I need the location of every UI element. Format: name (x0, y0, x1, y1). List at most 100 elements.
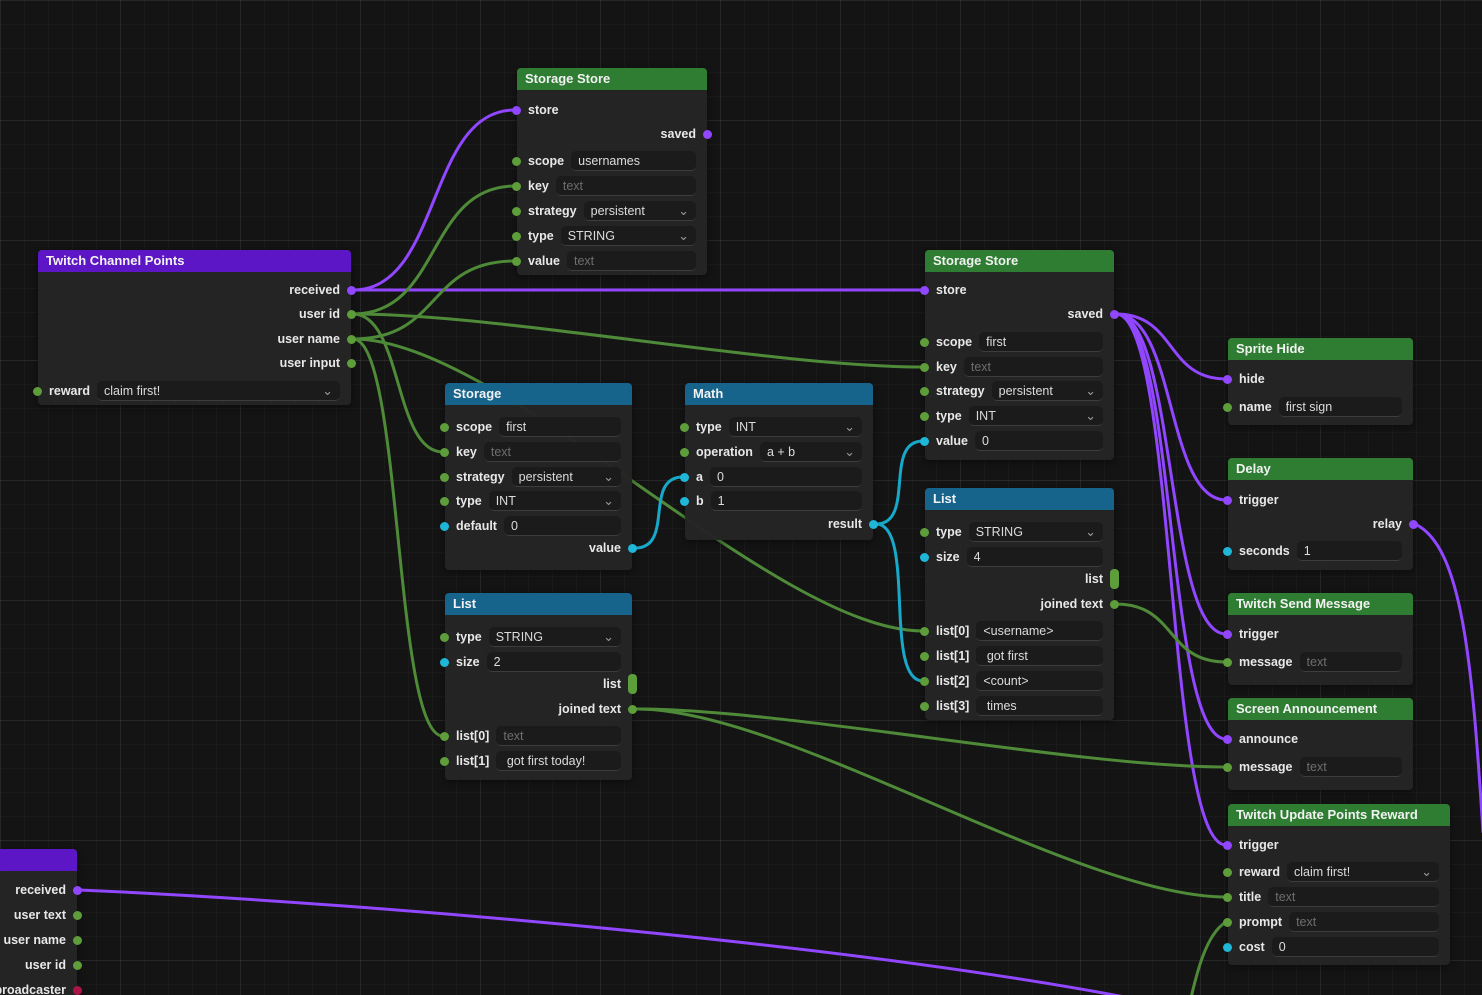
node-header-twitch-partial-bottom-left[interactable] (0, 849, 77, 871)
port-joined-text-green[interactable] (628, 705, 637, 714)
node-header-screen-announcement[interactable]: Screen Announcement (1228, 698, 1413, 720)
port-prompt-green[interactable] (1223, 918, 1232, 927)
port-user-name-green[interactable] (73, 936, 82, 945)
strategy-dropdown[interactable]: persistent ⌄ (511, 467, 621, 487)
port-trigger-purple[interactable] (1223, 496, 1232, 505)
list-1-input[interactable]: got first (976, 646, 1103, 666)
scope-input[interactable]: first (499, 417, 621, 437)
port-title-green[interactable] (1223, 893, 1232, 902)
port-received-purple[interactable] (347, 286, 356, 295)
port-operation-green[interactable] (680, 448, 689, 457)
port-key-green[interactable] (512, 182, 521, 191)
type-dropdown[interactable]: INT ⌄ (728, 417, 862, 437)
port-user-text-green[interactable] (73, 911, 82, 920)
port-type-green[interactable] (512, 232, 521, 241)
strategy-dropdown[interactable]: persistent ⌄ (991, 381, 1103, 401)
port-trigger-purple[interactable] (1223, 630, 1232, 639)
port-received-purple[interactable] (73, 886, 82, 895)
list-2-input[interactable]: <count> (976, 671, 1103, 691)
prompt-input[interactable]: text (1289, 912, 1439, 932)
list-1-input[interactable]: got first today! (496, 751, 621, 771)
port-joined-text-green[interactable] (1110, 600, 1119, 609)
port-key-green[interactable] (440, 448, 449, 457)
port-relay-purple[interactable] (1409, 520, 1418, 529)
scope-input[interactable]: usernames (571, 151, 696, 171)
port-list-green[interactable] (628, 674, 637, 694)
port-user-id-green[interactable] (347, 310, 356, 319)
node-header-list-left[interactable]: List (445, 593, 632, 615)
type-dropdown[interactable]: STRING ⌄ (488, 627, 621, 647)
port-type-green[interactable] (440, 633, 449, 642)
port-list-1-green[interactable] (440, 757, 449, 766)
node-graph-canvas[interactable]: Storage Store store saved scope usernames key… (0, 0, 1482, 995)
name-input[interactable]: first sign (1278, 397, 1402, 417)
port-user-id-green[interactable] (73, 961, 82, 970)
port-scope-green[interactable] (512, 157, 521, 166)
port-user-name-green[interactable] (347, 335, 356, 344)
port-strategy-green[interactable] (440, 473, 449, 482)
key-input[interactable]: text (555, 176, 696, 196)
port-list-3-green[interactable] (920, 702, 929, 711)
port-reward-green[interactable] (33, 387, 42, 396)
port-type-green[interactable] (920, 528, 929, 537)
port-list-1-green[interactable] (920, 652, 929, 661)
default-input[interactable]: 0 (503, 516, 621, 536)
port-value-green[interactable] (512, 257, 521, 266)
port-store-purple[interactable] (512, 106, 521, 115)
node-header-sprite-hide[interactable]: Sprite Hide (1228, 338, 1413, 360)
port-reward-green[interactable] (1223, 868, 1232, 877)
b-input[interactable]: 1 (710, 491, 862, 511)
port-store-purple[interactable] (920, 286, 929, 295)
port-strategy-green[interactable] (512, 207, 521, 216)
list-0-input[interactable]: text (496, 726, 621, 746)
scope-input[interactable]: first (979, 332, 1103, 352)
key-input[interactable]: text (483, 442, 621, 462)
node-header-storage[interactable]: Storage (445, 383, 632, 405)
node-header-twitch-send-message[interactable]: Twitch Send Message (1228, 593, 1413, 615)
node-header-twitch-channel-points[interactable]: Twitch Channel Points (38, 250, 351, 272)
port-list-2-green[interactable] (920, 677, 929, 686)
port-scope-green[interactable] (440, 423, 449, 432)
port-user-input-green[interactable] (347, 359, 356, 368)
port-key-green[interactable] (920, 363, 929, 372)
size-input[interactable]: 4 (966, 547, 1103, 567)
port-message-green[interactable] (1223, 763, 1232, 772)
node-header-list-right[interactable]: List (925, 488, 1114, 510)
node-header-storage-store-right[interactable]: Storage Store (925, 250, 1114, 272)
type-dropdown[interactable]: INT ⌄ (968, 406, 1103, 426)
port-list-0-green[interactable] (440, 732, 449, 741)
cost-input[interactable]: 0 (1271, 937, 1439, 957)
port-broadcaster-red[interactable] (73, 986, 82, 995)
reward-dropdown[interactable]: claim first! ⌄ (1287, 862, 1439, 882)
port-announce-purple[interactable] (1223, 735, 1232, 744)
reward-dropdown[interactable]: claim first! ⌄ (97, 381, 340, 401)
title-input[interactable]: text (1268, 887, 1439, 907)
port-list-green[interactable] (1110, 569, 1119, 589)
list-3-input[interactable]: times (976, 696, 1103, 716)
node-header-twitch-update-points-reward[interactable]: Twitch Update Points Reward (1228, 804, 1450, 826)
list-0-input[interactable]: <username> (976, 621, 1103, 641)
node-header-storage-store-top[interactable]: Storage Store (517, 68, 707, 90)
port-value-cyan[interactable] (920, 437, 929, 446)
size-input[interactable]: 2 (486, 652, 621, 672)
port-saved-purple[interactable] (1110, 310, 1119, 319)
type-dropdown[interactable]: STRING ⌄ (968, 522, 1103, 542)
key-input[interactable]: text (963, 357, 1103, 377)
port-cost-cyan[interactable] (1223, 943, 1232, 952)
message-input[interactable]: text (1299, 652, 1402, 672)
port-saved-purple[interactable] (703, 130, 712, 139)
port-trigger-purple[interactable] (1223, 841, 1232, 850)
port-scope-green[interactable] (920, 338, 929, 347)
message-input[interactable]: text (1299, 757, 1402, 777)
port-type-green[interactable] (440, 497, 449, 506)
a-input[interactable]: 0 (709, 467, 862, 487)
port-hide-purple[interactable] (1223, 375, 1232, 384)
node-header-math[interactable]: Math (685, 383, 873, 405)
port-size-cyan[interactable] (440, 658, 449, 667)
port-name-green[interactable] (1223, 403, 1232, 412)
value-input[interactable]: text (566, 251, 696, 271)
port-default-cyan[interactable] (440, 522, 449, 531)
port-list-0-green[interactable] (920, 627, 929, 636)
port-b-cyan[interactable] (680, 497, 689, 506)
port-seconds-cyan[interactable] (1223, 547, 1232, 556)
